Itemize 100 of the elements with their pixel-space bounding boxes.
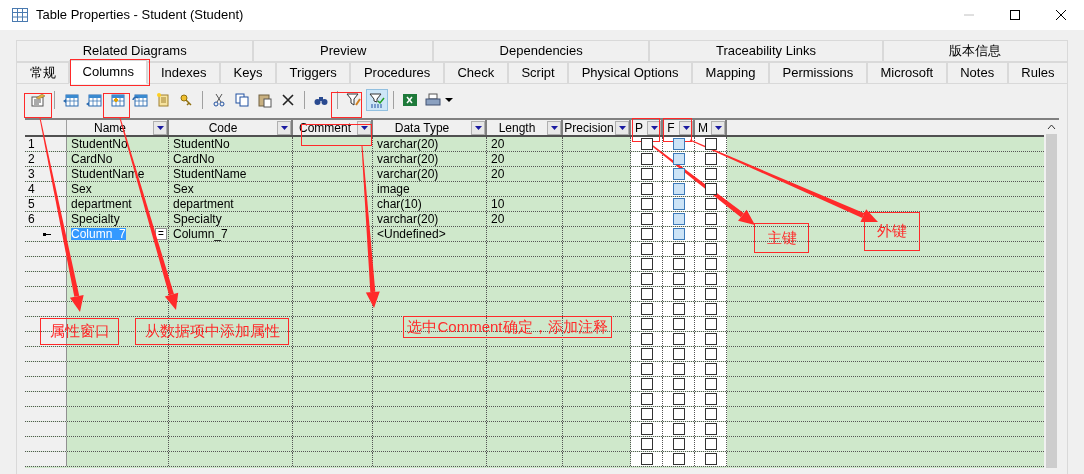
column-header[interactable]: M	[695, 120, 727, 135]
tab[interactable]: Traceability Links	[649, 40, 883, 62]
row-header[interactable]	[25, 227, 67, 241]
properties-icon[interactable]	[30, 92, 46, 108]
checkbox[interactable]	[704, 288, 717, 300]
tab[interactable]: Rules	[1007, 62, 1069, 84]
checkbox[interactable]	[672, 168, 685, 180]
checkbox[interactable]	[704, 318, 717, 330]
tab[interactable]: Microsoft	[866, 62, 947, 84]
checkbox[interactable]	[640, 408, 653, 420]
row-header[interactable]: 5	[25, 197, 67, 211]
checkbox[interactable]	[704, 243, 717, 255]
tab[interactable]: Permissions	[769, 62, 867, 84]
checkbox[interactable]	[640, 378, 653, 390]
checkbox[interactable]	[640, 423, 653, 435]
tab[interactable]: Columns	[69, 60, 148, 84]
row-header[interactable]: 6	[25, 212, 67, 226]
row-header[interactable]: 1	[25, 137, 67, 151]
checkbox[interactable]	[704, 423, 717, 435]
edit-button[interactable]: =	[155, 228, 167, 240]
checkbox[interactable]	[672, 198, 685, 210]
tab[interactable]: Keys	[220, 62, 277, 84]
checkbox[interactable]	[672, 258, 685, 270]
checkbox[interactable]	[672, 408, 685, 420]
tab[interactable]: Mapping	[692, 62, 769, 84]
row-header[interactable]: 4	[25, 182, 67, 196]
checkbox[interactable]	[672, 378, 685, 390]
checkbox[interactable]	[704, 198, 717, 210]
checkbox[interactable]	[704, 378, 717, 390]
checkbox[interactable]	[640, 243, 653, 255]
tab[interactable]: Triggers	[276, 62, 351, 84]
checkbox[interactable]	[640, 393, 653, 405]
checkbox[interactable]	[704, 273, 717, 285]
checkbox[interactable]	[672, 213, 685, 225]
maximize-icon[interactable]	[1010, 10, 1020, 20]
checkbox[interactable]	[704, 393, 717, 405]
checkbox[interactable]	[704, 183, 717, 195]
checkbox[interactable]	[704, 153, 717, 165]
checkbox[interactable]	[640, 198, 653, 210]
tab[interactable]: Script	[507, 62, 569, 84]
tab[interactable]: 版本信息	[882, 40, 1068, 62]
checkbox[interactable]	[640, 363, 653, 375]
checkbox[interactable]	[672, 318, 685, 330]
spreadsheet-icon[interactable]	[402, 92, 418, 108]
checkbox[interactable]	[704, 453, 717, 465]
checkbox[interactable]	[704, 348, 717, 360]
tab[interactable]: Procedures	[350, 62, 444, 84]
filter-icon[interactable]	[346, 92, 362, 108]
checkbox[interactable]	[640, 333, 653, 345]
cut-icon[interactable]	[211, 92, 227, 108]
checkbox[interactable]	[704, 168, 717, 180]
tab[interactable]: Dependencies	[432, 40, 650, 62]
tab[interactable]: Related Diagrams	[16, 40, 254, 62]
tab[interactable]: Preview	[253, 40, 433, 62]
checkbox[interactable]	[672, 138, 685, 150]
checkbox[interactable]	[672, 363, 685, 375]
checkbox[interactable]	[704, 228, 717, 240]
tab[interactable]: Notes	[946, 62, 1008, 84]
checkbox[interactable]	[704, 363, 717, 375]
row-header[interactable]: 3	[25, 167, 67, 181]
checkbox[interactable]	[672, 348, 685, 360]
checkbox[interactable]	[704, 138, 717, 150]
caret-icon[interactable]	[445, 98, 453, 102]
add-row-icon[interactable]	[86, 92, 102, 108]
checkbox[interactable]	[640, 273, 653, 285]
checkbox[interactable]	[640, 288, 653, 300]
paste-icon[interactable]	[257, 92, 273, 108]
checkbox[interactable]	[704, 213, 717, 225]
checkbox[interactable]	[640, 138, 653, 150]
tab[interactable]: 常规	[16, 62, 70, 84]
checkbox[interactable]	[640, 213, 653, 225]
reuse-columns-icon[interactable]	[132, 92, 148, 108]
checkbox[interactable]	[640, 303, 653, 315]
checkbox[interactable]	[640, 183, 653, 195]
row-header[interactable]: 2	[25, 152, 67, 166]
checkbox[interactable]	[640, 153, 653, 165]
column-header[interactable]: Precision	[563, 120, 631, 135]
add-columns-icon[interactable]	[109, 92, 125, 108]
tab[interactable]: Physical Options	[568, 62, 693, 84]
checkbox[interactable]	[704, 258, 717, 270]
checkbox[interactable]	[640, 258, 653, 270]
checkbox[interactable]	[640, 348, 653, 360]
checkbox[interactable]	[640, 228, 653, 240]
checkbox[interactable]	[704, 408, 717, 420]
key-icon[interactable]	[178, 92, 194, 108]
tab[interactable]: Check	[443, 62, 508, 84]
scrollbar[interactable]	[1044, 118, 1059, 468]
close-icon[interactable]	[1056, 10, 1066, 20]
print-icon[interactable]	[425, 92, 441, 108]
checkbox[interactable]	[672, 153, 685, 165]
checkbox[interactable]	[672, 273, 685, 285]
copy-icon[interactable]	[234, 92, 250, 108]
insert-row-icon[interactable]	[63, 92, 79, 108]
checkbox[interactable]	[672, 438, 685, 450]
checkbox[interactable]	[672, 228, 685, 240]
checkbox[interactable]	[672, 183, 685, 195]
checkbox[interactable]	[672, 423, 685, 435]
checkbox[interactable]	[672, 288, 685, 300]
checkbox[interactable]	[640, 318, 653, 330]
tab[interactable]: Indexes	[147, 62, 221, 84]
